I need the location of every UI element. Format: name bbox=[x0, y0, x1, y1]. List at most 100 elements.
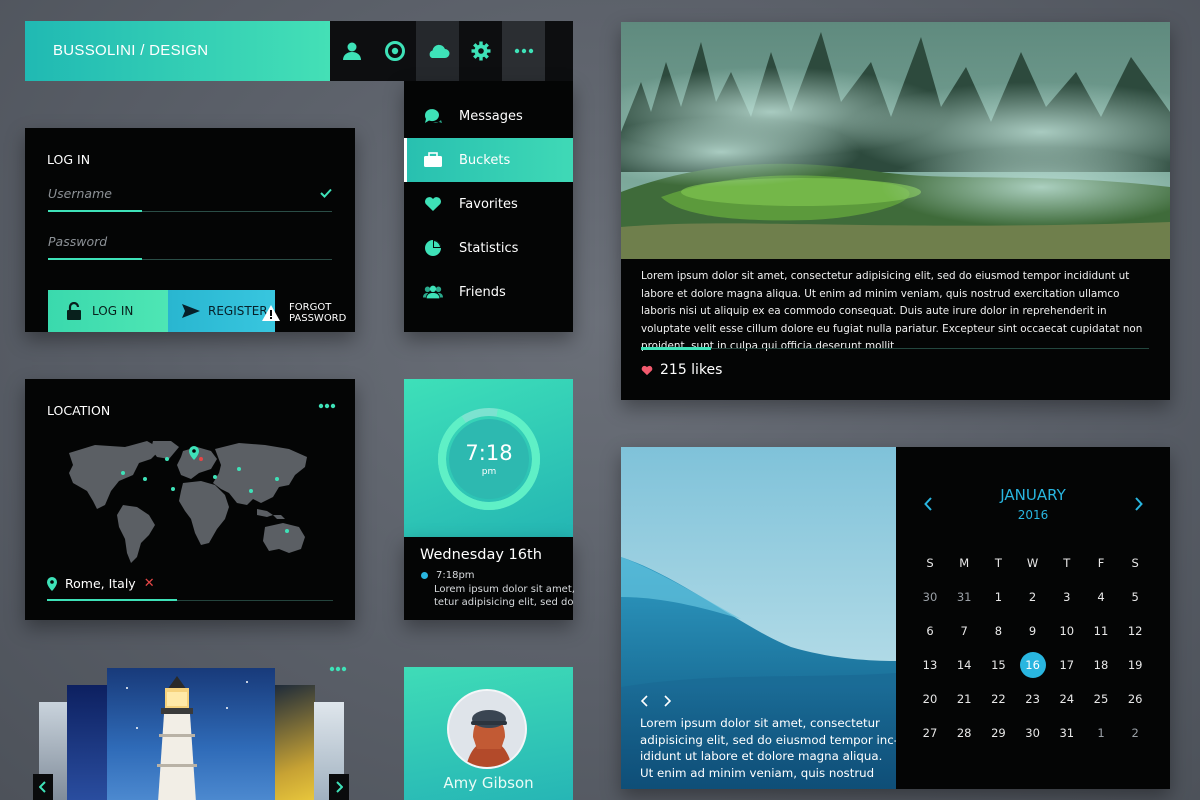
avatar[interactable] bbox=[447, 689, 527, 769]
target-icon bbox=[384, 41, 405, 61]
calendar-day[interactable]: 14 bbox=[947, 658, 981, 672]
world-map[interactable] bbox=[65, 439, 315, 565]
chat-icon bbox=[424, 109, 442, 123]
calendar-month: JANUARY bbox=[1000, 486, 1066, 504]
weekday-label: M bbox=[959, 556, 970, 570]
calendar-day[interactable]: 30 bbox=[1016, 726, 1050, 740]
gear-icon bbox=[471, 41, 490, 61]
more-icon[interactable] bbox=[329, 666, 347, 672]
calendar-day[interactable]: 15 bbox=[981, 658, 1015, 672]
more-icon bbox=[514, 48, 533, 54]
calendar-day[interactable]: 29 bbox=[981, 726, 1015, 740]
settings-button[interactable] bbox=[459, 21, 502, 81]
calendar-day[interactable]: 28 bbox=[947, 726, 981, 740]
brand-bar[interactable]: BUSSOLINI / DESIGN bbox=[25, 21, 330, 81]
weekday-label: S bbox=[1131, 556, 1139, 570]
calendar-day[interactable]: 23 bbox=[1016, 692, 1050, 706]
calendar-day[interactable]: 2 bbox=[1118, 726, 1152, 740]
calendar-year: 2016 bbox=[1017, 508, 1049, 522]
forgot-line-1: FORGOT bbox=[289, 302, 332, 313]
calendar-day[interactable]: 17 bbox=[1050, 658, 1084, 672]
likes-row[interactable]: 215 likes bbox=[641, 362, 722, 378]
more-icon[interactable] bbox=[318, 403, 336, 409]
cloud-button[interactable] bbox=[416, 21, 459, 81]
clock-day: Wednesday 16th bbox=[420, 547, 542, 563]
password-field[interactable]: Password bbox=[48, 230, 332, 260]
calendar-day[interactable]: 20 bbox=[913, 692, 947, 706]
login-button[interactable]: LOG IN bbox=[48, 290, 168, 332]
location-name: Rome, Italy bbox=[65, 576, 136, 591]
gallery-next-button[interactable] bbox=[329, 774, 349, 800]
weekday-label: F bbox=[1097, 556, 1105, 570]
photo-gallery bbox=[25, 660, 355, 800]
gallery-thumb[interactable] bbox=[67, 685, 107, 800]
location-progress bbox=[47, 599, 177, 601]
menu-item-buckets[interactable]: Buckets bbox=[404, 138, 573, 182]
wave-photo[interactable]: Lorem ipsum dolor sit amet, consectetur … bbox=[621, 447, 896, 789]
lighthouse-image bbox=[126, 676, 248, 800]
clear-location-icon[interactable]: ✕ bbox=[144, 576, 155, 591]
calendar-day[interactable]: 22 bbox=[981, 692, 1015, 706]
calendar-day[interactable]: 31 bbox=[947, 590, 981, 604]
more-button[interactable] bbox=[502, 21, 545, 81]
event-time-row: 7:18pm bbox=[421, 570, 475, 581]
calendar-day[interactable]: 3 bbox=[1050, 590, 1084, 604]
user-icon bbox=[342, 42, 361, 60]
calendar-day[interactable]: 13 bbox=[913, 658, 947, 672]
chevron-left-icon[interactable] bbox=[641, 695, 649, 707]
user-button[interactable] bbox=[330, 21, 373, 81]
calendar-day[interactable]: 12 bbox=[1118, 624, 1152, 638]
event-dot bbox=[421, 572, 428, 579]
chevron-right-icon[interactable] bbox=[663, 695, 671, 707]
calendar-day[interactable]: 18 bbox=[1084, 658, 1118, 672]
calendar-day[interactable]: 2 bbox=[1016, 590, 1050, 604]
location-readout: Rome, Italy ✕ bbox=[47, 576, 155, 591]
calendar-day[interactable]: 21 bbox=[947, 692, 981, 706]
event-text: Lorem ipsum dolor sit amet, tetur adipis… bbox=[434, 583, 575, 609]
wave-text-line-3: ididunt ut labore et dolore magna aliqua… bbox=[640, 749, 883, 763]
calendar-day[interactable]: 5 bbox=[1118, 590, 1152, 604]
calendar-day[interactable]: 24 bbox=[1050, 692, 1084, 706]
username-field[interactable]: Username bbox=[48, 182, 332, 212]
menu-item-favorites[interactable]: Favorites bbox=[404, 182, 573, 226]
forgot-line-2: PASSWORD bbox=[289, 313, 347, 324]
menu-item-messages[interactable]: Messages bbox=[404, 94, 573, 138]
calendar-day-today[interactable]: 16 bbox=[1019, 652, 1046, 678]
calendar-day[interactable]: 19 bbox=[1118, 658, 1152, 672]
calendar-day[interactable]: 27 bbox=[913, 726, 947, 740]
article-progress bbox=[641, 347, 711, 350]
forgot-password-link[interactable]: FORGOT PASSWORD bbox=[262, 302, 346, 324]
gallery-main-photo[interactable] bbox=[107, 668, 275, 800]
calendar-day[interactable]: 26 bbox=[1118, 692, 1152, 706]
menu-item-statistics[interactable]: Statistics bbox=[404, 226, 573, 270]
register-button[interactable]: REGISTER bbox=[168, 290, 275, 332]
menu-item-friends[interactable]: Friends bbox=[404, 270, 573, 314]
menu-item-label: Buckets bbox=[459, 152, 511, 168]
gallery-thumb[interactable] bbox=[273, 685, 315, 800]
calendar-day[interactable]: 1 bbox=[1084, 726, 1118, 740]
calendar-day[interactable]: 30 bbox=[913, 590, 947, 604]
article-divider bbox=[641, 348, 1149, 349]
gallery-prev-button[interactable] bbox=[33, 774, 53, 800]
calendar-day[interactable]: 25 bbox=[1084, 692, 1118, 706]
calendar-card: Lorem ipsum dolor sit amet, consectetur … bbox=[621, 447, 1170, 789]
target-button[interactable] bbox=[373, 21, 416, 81]
calendar-day[interactable]: 6 bbox=[913, 624, 947, 638]
bucket-icon bbox=[424, 152, 442, 167]
calendar-day[interactable]: 4 bbox=[1084, 590, 1118, 604]
calendar-day[interactable]: 8 bbox=[981, 624, 1015, 638]
calendar-day[interactable]: 31 bbox=[1050, 726, 1084, 740]
calendar-day[interactable]: 7 bbox=[947, 624, 981, 638]
weekday-label: T bbox=[1063, 556, 1071, 570]
username-progress bbox=[48, 210, 142, 212]
menu-item-label: Messages bbox=[459, 108, 523, 124]
avatar-image bbox=[449, 691, 525, 767]
event-time: 7:18pm bbox=[436, 570, 475, 581]
event-text-line-1: Lorem ipsum dolor sit amet, bbox=[434, 584, 575, 595]
calendar-day[interactable]: 10 bbox=[1050, 624, 1084, 638]
calendar-day[interactable]: 9 bbox=[1016, 624, 1050, 638]
calendar-day[interactable]: 1 bbox=[981, 590, 1015, 604]
chevron-right-icon bbox=[336, 781, 343, 793]
calendar-day[interactable]: 11 bbox=[1084, 624, 1118, 638]
article-photo[interactable] bbox=[621, 22, 1170, 259]
